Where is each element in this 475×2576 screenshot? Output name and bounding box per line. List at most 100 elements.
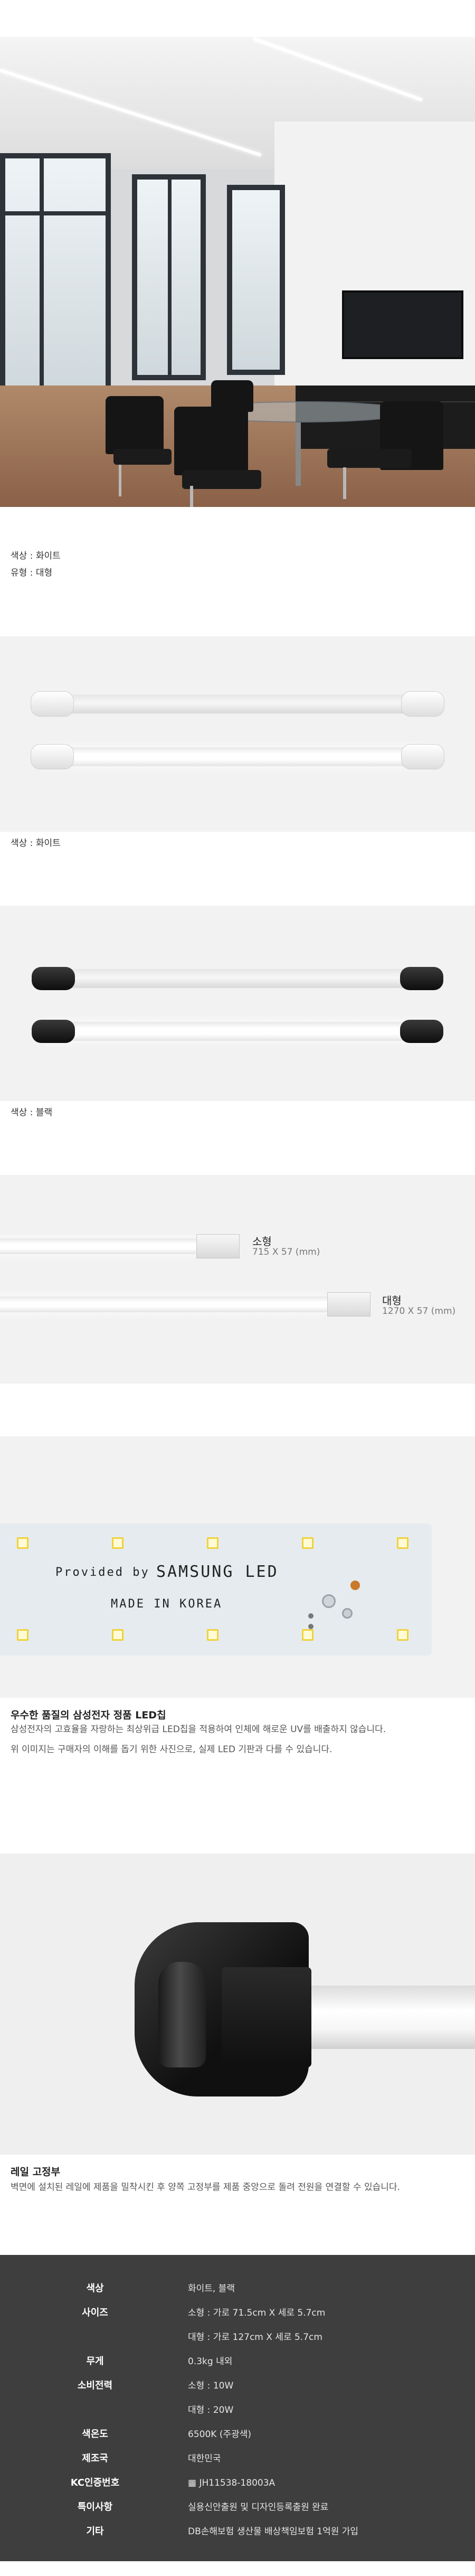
chair-leg [190, 486, 193, 507]
large-size-name: 대형 [382, 1294, 402, 1307]
large-size-dims: 1270 X 57 (mm) [382, 1306, 456, 1317]
large-tube-end-cap [327, 1292, 370, 1317]
white-end-cap [401, 744, 444, 769]
samsung-led-board: Provided by SAMSUNG LED MADE IN KOREA [0, 1524, 432, 1656]
led-chip [302, 1629, 314, 1641]
spec-row: 제조국 대한민국 [0, 2447, 475, 2470]
chair-seat [113, 449, 172, 465]
tube-body [296, 1986, 475, 2049]
spec-value: 6500K (주광색) [188, 2429, 251, 2440]
spec-key: 사이즈 [82, 2307, 108, 2318]
black-product-band [0, 906, 475, 1101]
rail-description: 벽면에 설치된 레일에 제품을 밀착시킨 후 양쪽 고정부를 제품 중앙으로 돌… [11, 2182, 400, 2193]
led-chip [17, 1537, 28, 1549]
window [227, 185, 285, 375]
led-chip [112, 1629, 124, 1641]
white-end-cap [401, 691, 444, 717]
board-made-in: MADE IN KOREA [111, 1597, 223, 1611]
led-tube-on [37, 747, 438, 766]
end-cap-knob [158, 1962, 206, 2067]
led-chip [397, 1537, 408, 1549]
wall-tv [342, 290, 463, 359]
white-end-cap [31, 691, 74, 717]
spec-value: 대한민국 [188, 2453, 221, 2464]
spec-key: KC인증번호 [70, 2477, 120, 2488]
window-mullion [40, 158, 44, 391]
kc-mark-icon: ▦ [188, 2478, 200, 2488]
chip-description-2: 위 이미지는 구매자의 이해를 돕기 위한 사진으로, 실제 LED 기판과 다… [11, 1744, 332, 1755]
spec-value: 소형 : 가로 71.5cm X 세로 5.7cm [188, 2308, 326, 2318]
spec-row: 사이즈 소형 : 가로 71.5cm X 세로 5.7cm [0, 2301, 475, 2325]
rail-heading: 레일 고정부 [11, 2166, 61, 2178]
spec-key: 색온도 [82, 2429, 108, 2440]
spec-value: ▦ JH11538-18003A [188, 2478, 276, 2488]
spec-row: 색상 화이트, 블랙 [0, 2277, 475, 2300]
small-tube [0, 1238, 201, 1254]
led-chip [17, 1629, 28, 1641]
window-mullion [0, 211, 111, 215]
hero-type-caption: 유형 : 대형 [11, 568, 53, 578]
spec-key: 기타 [86, 2526, 104, 2537]
spec-key: 무게 [86, 2356, 104, 2367]
spec-row: 소비전력 소형 : 10W [0, 2374, 475, 2398]
led-chip [397, 1629, 408, 1641]
spec-value: 소형 : 10W [188, 2381, 234, 2391]
led-tube-on [37, 1022, 438, 1041]
spec-value: 실용신안출원 및 디자인등록출원 완료 [188, 2502, 329, 2513]
board-provided-by: Provided by [55, 1566, 150, 1579]
chair-leg [343, 467, 346, 499]
office-chair [174, 407, 248, 475]
window [0, 153, 111, 396]
spec-value: DB손해보험 생산물 배상책임보험 1억원 가입 [188, 2526, 359, 2537]
led-chip [207, 1537, 218, 1549]
chair-seat [327, 449, 412, 468]
spec-key: 색상 [86, 2283, 104, 2294]
board-brand: SAMSUNG LED [156, 1563, 279, 1581]
board-component [308, 1613, 314, 1619]
spec-value: 0.3kg 내외 [188, 2356, 233, 2367]
spec-key: 소비전력 [77, 2380, 113, 2391]
chip-description-1: 삼성전자의 고효율을 자랑하는 최상위급 LED칩을 적용하여 인체에 해로운 … [11, 1724, 386, 1735]
spec-row: 대형 : 가로 127cm X 세로 5.7cm [0, 2326, 475, 2349]
office-chair [211, 380, 253, 412]
black-end-cap [32, 1020, 75, 1043]
spec-key: 특이사항 [77, 2502, 113, 2513]
spec-row: 대형 : 20W [0, 2399, 475, 2422]
size-comparison-band: 소형 715 X 57 (mm) 대형 1270 X 57 (mm) [0, 1175, 475, 1384]
white-color-caption: 색상 : 화이트 [11, 838, 61, 849]
board-component [322, 1594, 336, 1608]
end-cap-block [222, 1967, 311, 2067]
small-size-name: 소형 [252, 1235, 272, 1248]
black-color-caption: 색상 : 블랙 [11, 1107, 53, 1118]
white-product-band [0, 636, 475, 832]
large-tube [0, 1296, 332, 1312]
spec-row: 색온도 6500K (주광색) [0, 2423, 475, 2446]
spec-row: KC인증번호 ▦ JH11538-18003A [0, 2471, 475, 2495]
spec-value: 대형 : 20W [188, 2405, 234, 2415]
board-component [350, 1581, 360, 1590]
led-tube-off [37, 969, 438, 988]
board-component [308, 1624, 314, 1629]
white-end-cap [31, 744, 74, 769]
black-end-cap [400, 967, 443, 990]
spec-value: 대형 : 가로 127cm X 세로 5.7cm [188, 2332, 322, 2343]
window-mullion [168, 180, 172, 375]
office-chair [106, 396, 164, 454]
black-end-cap [400, 1020, 443, 1043]
spec-row: 특이사항 실용신안출원 및 디자인등록출원 완료 [0, 2496, 475, 2519]
spec-key: 제조국 [82, 2453, 108, 2464]
led-chip [302, 1537, 314, 1549]
led-chip [112, 1537, 124, 1549]
board-component [342, 1608, 353, 1619]
table-leg [296, 422, 301, 486]
small-size-dims: 715 X 57 (mm) [252, 1247, 320, 1257]
chair-seat [182, 470, 261, 489]
led-chip [207, 1629, 218, 1641]
spec-value: 화이트, 블랙 [188, 2283, 235, 2294]
black-end-cap [32, 967, 75, 990]
product-detail-page: 색상 : 화이트 유형 : 대형 색상 : 화이트 색상 : 블랙 소형 715… [0, 37, 475, 2561]
small-tube-end-cap [196, 1234, 240, 1258]
rail-end-cap-photo [0, 1854, 475, 2155]
hero-color-caption: 색상 : 화이트 [11, 551, 61, 561]
chair-leg [119, 465, 121, 496]
